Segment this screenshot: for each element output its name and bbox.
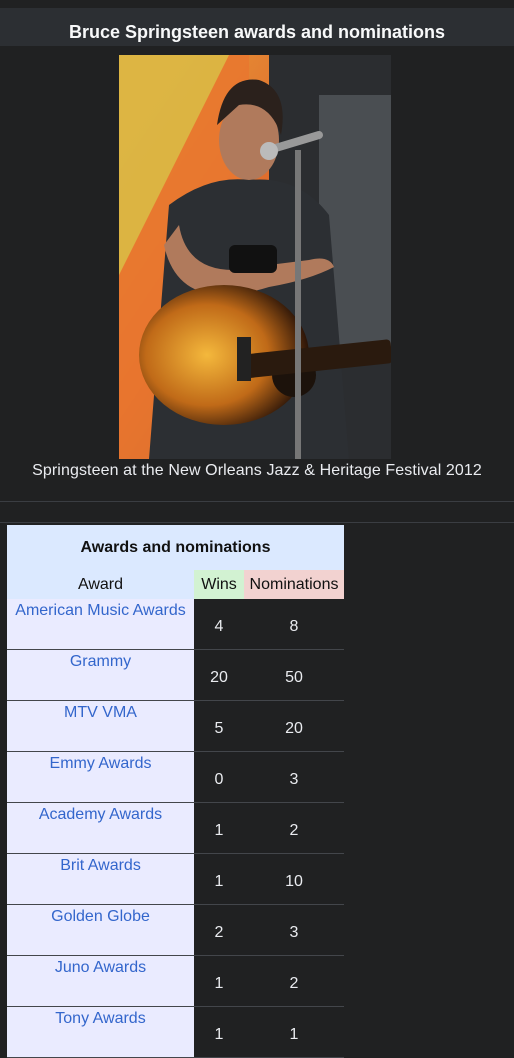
nominations-value: 50 (244, 649, 344, 701)
top-bar (0, 0, 514, 8)
awards-table: Awards and nominations Award Wins Nomina… (7, 525, 344, 1058)
award-link[interactable]: Golden Globe (7, 904, 194, 956)
nominations-value: 10 (244, 853, 344, 905)
nominations-value: 2 (244, 955, 344, 1007)
award-link[interactable]: MTV VMA (7, 700, 194, 752)
award-link[interactable]: Juno Awards (7, 955, 194, 1007)
nominations-value: 8 (244, 599, 344, 650)
wins-value: 1 (194, 853, 244, 905)
table-row: Brit Awards 1 10 (7, 853, 344, 905)
photo-illustration (119, 55, 391, 459)
wins-value: 0 (194, 751, 244, 803)
award-link[interactable]: Academy Awards (7, 802, 194, 854)
table-row: Grammy 20 50 (7, 649, 344, 701)
performer-photo[interactable] (119, 55, 391, 459)
nominations-value: 2 (244, 802, 344, 854)
nominations-value: 3 (244, 904, 344, 956)
nominations-value: 3 (244, 751, 344, 803)
table-row: Tony Awards 1 1 (7, 1006, 344, 1058)
wins-value: 20 (194, 649, 244, 701)
award-link[interactable]: Grammy (7, 649, 194, 701)
awards-table-heading: Awards and nominations (7, 525, 344, 570)
table-row: MTV VMA 5 20 (7, 700, 344, 752)
table-row: Golden Globe 2 3 (7, 904, 344, 956)
column-header-award: Award (7, 570, 194, 599)
nominations-value: 1 (244, 1006, 344, 1058)
divider (0, 501, 514, 502)
wins-value: 2 (194, 904, 244, 956)
wins-value: 4 (194, 599, 244, 650)
column-header-wins: Wins (194, 570, 244, 599)
award-link[interactable]: Tony Awards (7, 1006, 194, 1058)
award-link[interactable]: American Music Awards (7, 599, 194, 650)
wins-value: 1 (194, 802, 244, 854)
table-row: Emmy Awards 0 3 (7, 751, 344, 803)
wins-value: 5 (194, 700, 244, 752)
column-header-nominations: Nominations (244, 570, 344, 599)
nominations-value: 20 (244, 700, 344, 752)
table-row: American Music Awards 4 8 (7, 599, 344, 650)
wins-value: 1 (194, 1006, 244, 1058)
infobox-title: Bruce Springsteen awards and nominations (0, 8, 514, 46)
photo-caption: Springsteen at the New Orleans Jazz & He… (32, 462, 482, 479)
table-row: Academy Awards 1 2 (7, 802, 344, 854)
divider (0, 522, 514, 523)
award-link[interactable]: Brit Awards (7, 853, 194, 905)
award-link[interactable]: Emmy Awards (7, 751, 194, 803)
wins-value: 1 (194, 955, 244, 1007)
table-row: Juno Awards 1 2 (7, 955, 344, 1007)
